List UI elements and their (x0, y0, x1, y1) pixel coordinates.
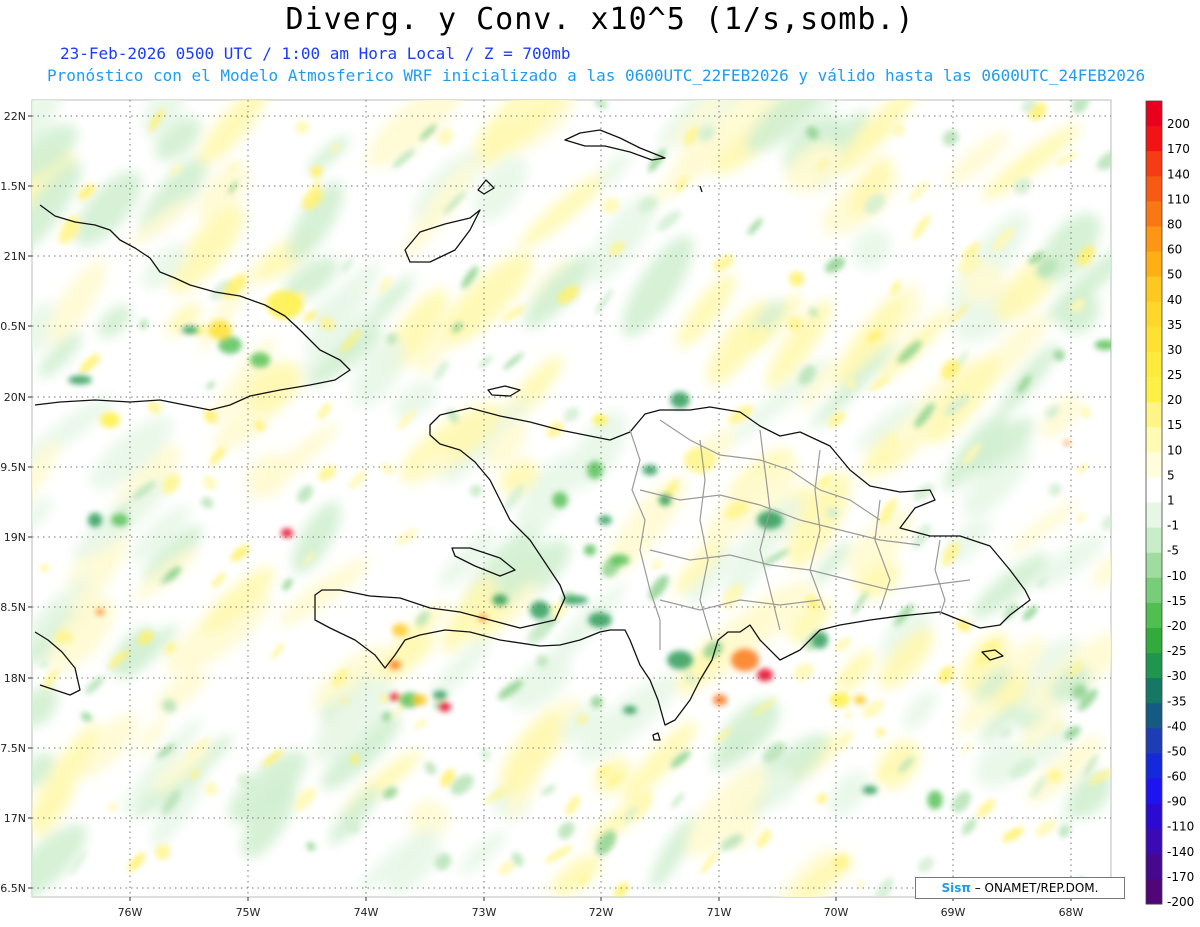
colorbar-swatch (1146, 878, 1162, 905)
colorbar-label: 50 (1167, 268, 1182, 282)
lat-label: 0.5N (0, 320, 26, 333)
colorbar-swatch (1146, 502, 1162, 529)
colorbar-swatch (1146, 627, 1162, 654)
colorbar-swatch (1146, 552, 1162, 579)
colorbar-swatch (1146, 452, 1162, 478)
colorbar-swatch (1146, 778, 1162, 805)
colorbar-swatch (1146, 326, 1162, 353)
colorbar-swatch (1146, 728, 1162, 754)
lat-label: 7.5N (0, 742, 26, 755)
lat-label: 17N (4, 812, 26, 825)
lon-label: 76W (118, 906, 143, 919)
colorbar-label: -20 (1167, 619, 1187, 633)
colorbar-swatch (1146, 577, 1162, 604)
lon-label: 73W (472, 906, 497, 919)
colorbar-label: 60 (1167, 243, 1182, 257)
lon-label: 70W (824, 906, 849, 919)
latitude-labels: 22N 1.5N 21N 0.5N 20N 9.5N 19N 8.5N 18N 7.5N 17N 6.… (0, 110, 32, 895)
colorbar-label: -25 (1167, 644, 1187, 658)
lat-label: 6.5N (0, 882, 26, 895)
colorbar-swatch (1146, 351, 1162, 378)
colorbar-label: 1 (1167, 494, 1175, 508)
colorbar-swatch (1146, 101, 1162, 127)
colorbar-label: -90 (1167, 795, 1187, 809)
colorbar-label: -10 (1167, 569, 1187, 583)
lon-label: 69W (941, 906, 966, 919)
lat-label: 8.5N (0, 601, 26, 614)
colorbar-swatch (1146, 753, 1162, 780)
lat-label: 18N (4, 672, 26, 685)
colorbar-swatch (1146, 477, 1162, 503)
credit-box: Sisπ – ONAMET/REP.DOM. (915, 877, 1125, 899)
colorbar-swatch (1146, 201, 1162, 227)
colorbar-label: -5 (1167, 544, 1179, 558)
colorbar-swatch (1146, 703, 1162, 729)
colorbar-swatch (1146, 602, 1162, 629)
lon-label: 68W (1059, 906, 1084, 919)
colorbar-label: -40 (1167, 719, 1187, 733)
colorbar-swatch (1146, 251, 1162, 278)
colorbar-label: -200 (1167, 895, 1194, 909)
lon-label: 71W (707, 906, 732, 919)
colorbar-swatch (1146, 126, 1162, 152)
lat-label: 22N (4, 110, 26, 123)
colorbar-label: -170 (1167, 870, 1194, 884)
lat-label: 21N (4, 250, 26, 263)
colorbar-label: 35 (1167, 318, 1182, 332)
colorbar: 200 170 140 110 80 60 50 40 35 30 25 20 15 10 5 1 -1 -5 -1… (1145, 100, 1194, 909)
colorbar-label: 40 (1167, 293, 1182, 307)
colorbar-label: -35 (1167, 694, 1187, 708)
lat-label: 19N (4, 531, 26, 544)
colorbar-swatch (1146, 427, 1162, 453)
colorbar-label: -60 (1167, 770, 1187, 784)
colorbar-swatch (1146, 653, 1162, 679)
colorbar-swatch (1146, 527, 1162, 554)
colorbar-swatch (1146, 377, 1162, 403)
colorbar-swatch (1146, 853, 1162, 880)
colorbar-label: -30 (1167, 669, 1187, 683)
colorbar-swatch (1146, 828, 1162, 855)
colorbar-label: 170 (1167, 142, 1190, 156)
lat-label: 1.5N (0, 180, 26, 193)
lat-label: 9.5N (0, 461, 26, 474)
colorbar-label: 25 (1167, 368, 1182, 382)
colorbar-swatch (1146, 803, 1162, 830)
colorbar-label: 110 (1167, 192, 1190, 206)
colorbar-swatch (1146, 226, 1162, 253)
colorbar-swatch (1146, 176, 1162, 202)
colorbar-label: -50 (1167, 744, 1187, 758)
colorbar-label: -15 (1167, 594, 1187, 608)
colorbar-label: 30 (1167, 343, 1182, 357)
colorbar-swatch (1146, 678, 1162, 704)
longitude-labels: 76W 75W 74W 73W 72W 71W 70W 69W 68W (118, 897, 1084, 919)
lat-label: 20N (4, 391, 26, 404)
colorbar-swatch (1146, 402, 1162, 428)
colorbar-swatch (1146, 151, 1162, 177)
colorbar-swatch (1146, 276, 1162, 303)
colorbar-label: 20 (1167, 393, 1182, 407)
forecast-map: 22N 1.5N 21N 0.5N 20N 9.5N 19N 8.5N 18N 7.5N 17N 6.… (0, 99, 1194, 919)
colorbar-label: 15 (1167, 418, 1182, 432)
credit-text: – ONAMET/REP.DOM. (970, 881, 1099, 895)
lon-label: 74W (354, 906, 379, 919)
lon-label: 75W (236, 906, 261, 919)
colorbar-label: -1 (1167, 519, 1179, 533)
colorbar-label: 80 (1167, 217, 1182, 231)
sispi-logo: Sisπ (941, 881, 971, 895)
colorbar-label: 5 (1167, 468, 1175, 482)
colorbar-label: 200 (1167, 117, 1190, 131)
colorbar-swatch (1146, 301, 1162, 328)
colorbar-label: -140 (1167, 845, 1194, 859)
colorbar-label: 10 (1167, 443, 1182, 457)
lon-label: 72W (589, 906, 614, 919)
colorbar-label: -110 (1167, 820, 1194, 834)
colorbar-label: 140 (1167, 167, 1190, 181)
